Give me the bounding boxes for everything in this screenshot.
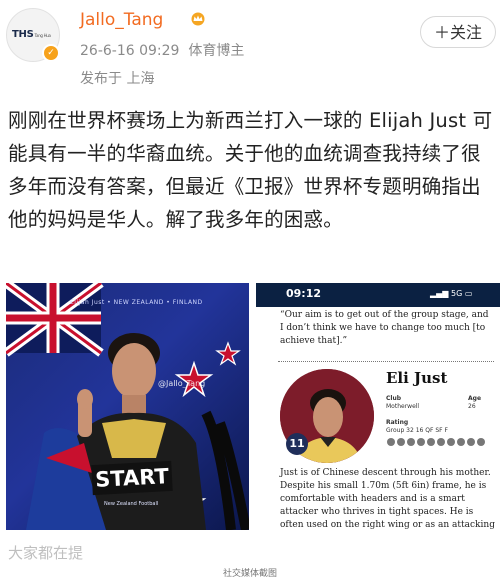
divider [278, 361, 494, 362]
avatar-logo: THSTang Hua [12, 29, 51, 40]
post-image-article[interactable]: 09:12 ▂▄▆ 5G ▭ “Our aim is to get out of… [256, 283, 500, 530]
start-label: START [91, 460, 173, 496]
username[interactable]: Jallo_Tang [80, 10, 163, 30]
player-name: Eli Just [386, 369, 448, 387]
rating-dots [387, 438, 485, 446]
player-description: Just is of Chinese descent through his m… [280, 468, 495, 530]
phone-status-bar: 09:12 ▂▄▆ 5G ▭ [256, 283, 500, 307]
post-location: 发布于 上海 [80, 71, 155, 87]
image-caption: Elijah Just • NEW ZEALAND • FINLAND [70, 299, 203, 306]
age-info: Age 26 [468, 395, 482, 410]
club-info: Club Motherwell [386, 395, 420, 410]
phone-network: ▂▄▆ 5G ▭ [430, 289, 473, 298]
image-watermark: @Jallo_Tang [158, 379, 206, 388]
verified-badge-icon: ✓ [42, 44, 60, 62]
crown-icon [191, 12, 205, 26]
post-timestamp: 26-6-16 09:29 [80, 43, 180, 59]
player-number: 11 [286, 433, 308, 455]
post-image-start[interactable]: Elijah Just • NEW ZEALAND • FINLAND @Jal… [6, 283, 249, 530]
follow-button[interactable]: ＋关注 [420, 16, 496, 48]
user-title: 体育博主 [188, 43, 245, 59]
post-text: 刚刚在世界杯赛场上为新西兰打入一球的 Elijah Just 可能具有一半的华裔… [8, 109, 493, 231]
related-heading: 大家都在提 [8, 544, 84, 562]
article-quote: “Our aim is to get out of the group stag… [280, 310, 489, 346]
rating-info: Rating Group 32 16 QF SF F [386, 419, 448, 434]
image-credit: 社交媒体截图 [223, 569, 278, 579]
federation-label: New Zealand Football [104, 501, 159, 507]
phone-time: 09:12 [286, 287, 322, 300]
post-meta: 26-6-16 09:29 体育博主 [80, 40, 244, 60]
